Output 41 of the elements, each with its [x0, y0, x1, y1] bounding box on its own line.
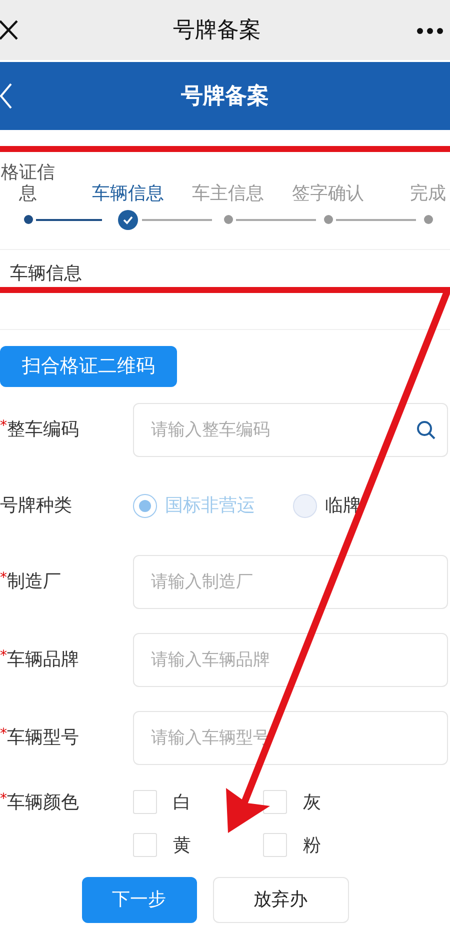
field-label: 制造厂	[7, 571, 61, 592]
checkbox-label: 灰	[303, 790, 321, 814]
page-title: 号牌备案	[181, 84, 269, 108]
radio-label: 临牌	[325, 494, 361, 518]
radio-label: 国标非营运	[165, 494, 255, 518]
field-label: 号牌种类	[0, 495, 72, 516]
step-label: 车辆信息	[92, 183, 164, 205]
section-title: 车辆信息	[10, 263, 82, 284]
required-mark: *	[0, 570, 7, 586]
radio-button[interactable]	[133, 494, 157, 518]
required-mark: *	[0, 418, 7, 434]
step-label: 完成	[410, 183, 446, 205]
step-label: 车主信息	[192, 183, 264, 205]
close-icon[interactable]	[0, 20, 18, 40]
checkbox-label: 白	[173, 790, 191, 814]
checkbox-label: 黄	[173, 834, 191, 858]
more-icon[interactable]	[416, 26, 444, 35]
checkbox-label: 粉	[303, 834, 321, 858]
checkbox[interactable]	[263, 790, 287, 814]
input-field[interactable]: 请输入整车编码	[133, 402, 448, 456]
back-icon[interactable]	[0, 83, 12, 109]
checkbox[interactable]	[133, 833, 157, 857]
checkbox[interactable]	[133, 790, 157, 814]
field-label: 整车编码	[7, 419, 79, 440]
cancel-button[interactable]: 放弃办	[212, 876, 348, 922]
required-mark: *	[0, 726, 7, 742]
step-label: 签字确认	[292, 183, 364, 205]
scan-button[interactable]: 扫合格证二维码	[0, 346, 177, 386]
field-label: 车辆颜色	[7, 792, 79, 812]
input-field[interactable]: 请输入制造厂	[133, 554, 448, 608]
field-label: 车辆品牌	[7, 649, 79, 670]
radio-button[interactable]	[293, 494, 317, 518]
input-field[interactable]: 请输入车辆品牌	[133, 632, 448, 686]
checkbox[interactable]	[263, 833, 287, 857]
field-label: 车辆型号	[7, 727, 79, 748]
next-button[interactable]: 下一步	[82, 876, 196, 922]
step-label: 格证信息	[1, 162, 55, 205]
required-mark: *	[0, 790, 7, 806]
required-mark: *	[0, 648, 7, 664]
search-icon[interactable]	[416, 420, 436, 440]
window-title: 号牌备案	[173, 16, 261, 44]
